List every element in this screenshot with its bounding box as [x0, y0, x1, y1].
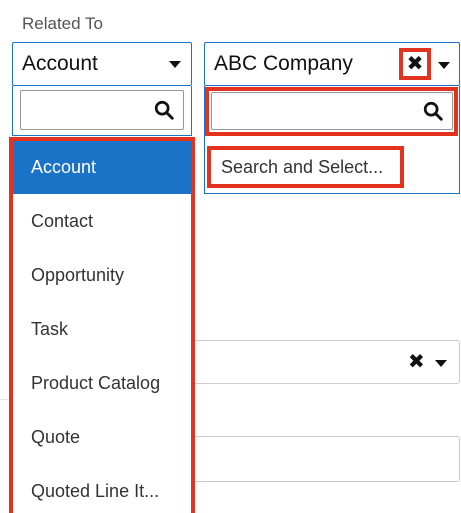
search-icon — [423, 101, 443, 121]
chevron-down-icon[interactable] — [435, 360, 447, 367]
search-and-select-option[interactable]: Search and Select... — [207, 146, 404, 188]
close-icon[interactable]: ✖ — [408, 352, 425, 372]
search-and-select-label: Search and Select... — [221, 156, 384, 177]
record-search-input[interactable] — [211, 92, 453, 130]
chevron-down-icon[interactable] — [438, 62, 450, 69]
module-options-highlight — [9, 137, 195, 513]
module-select-value: Account — [22, 52, 98, 75]
field-label: Related To — [22, 14, 103, 33]
search-icon — [154, 100, 174, 120]
module-search-input[interactable] — [20, 90, 184, 130]
module-select[interactable]: Account — [12, 42, 192, 86]
lower-text-field[interactable] — [150, 436, 460, 482]
clear-selection-button[interactable]: ✖ — [399, 48, 431, 80]
close-icon[interactable]: ✖ — [407, 54, 424, 74]
chevron-down-icon[interactable] — [169, 60, 181, 68]
